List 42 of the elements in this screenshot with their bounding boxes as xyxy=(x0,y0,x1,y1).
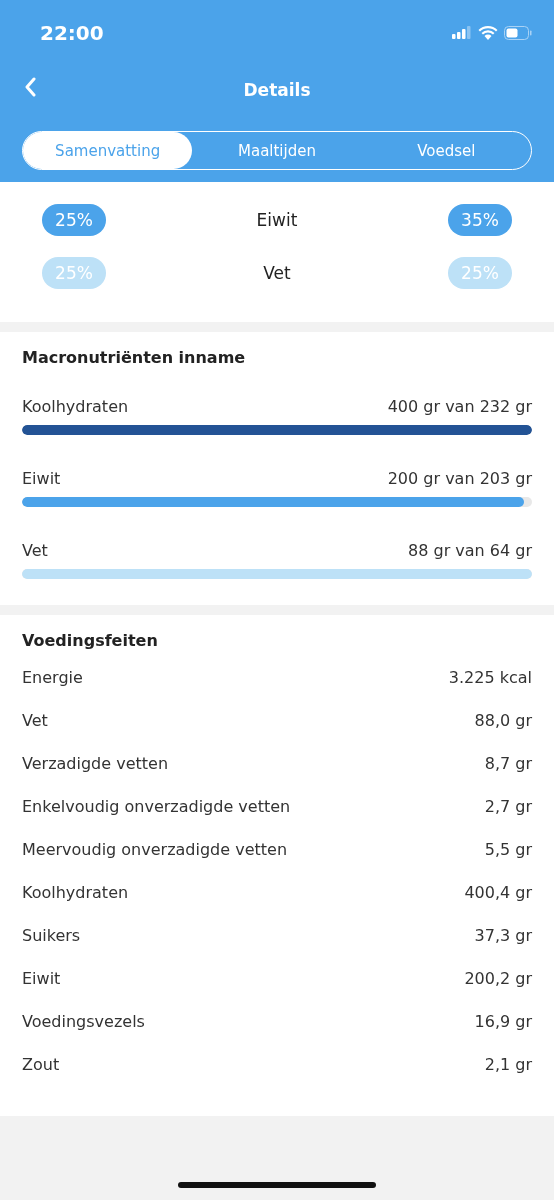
fact-label: Voedingsvezels xyxy=(22,1012,145,1033)
page-title: Details xyxy=(243,80,311,100)
fact-value: 400,4 gr xyxy=(464,883,532,904)
fact-label: Koolhydraten xyxy=(22,883,129,904)
section-title: Voedingsfeiten xyxy=(22,631,159,650)
percent-pill: 25% xyxy=(42,257,106,289)
fact-value: 88,0 gr xyxy=(474,711,532,732)
fact-value: 5,5 gr xyxy=(484,840,532,861)
percent-pill: 25% xyxy=(42,204,106,236)
nutrient-label: Eiwit xyxy=(256,210,298,230)
fact-value: 16,9 gr xyxy=(474,1012,532,1033)
fact-value: 2,7 gr xyxy=(484,797,532,818)
fact-value: 3.225 kcal xyxy=(448,668,532,689)
fact-label: Meervoudig onverzadigde vetten xyxy=(22,840,288,861)
nutrient-label: Vet xyxy=(263,263,291,283)
fact-value: 2,1 gr xyxy=(484,1055,532,1076)
fact-label: Energie xyxy=(22,668,83,689)
macro-name: Eiwit xyxy=(22,469,61,488)
section-title: Macronutriënten inname xyxy=(22,348,247,367)
fact-label: Vet xyxy=(22,711,48,732)
macro-name: Vet xyxy=(22,541,48,560)
fact-value: 200,2 gr xyxy=(464,969,532,990)
macro-reading: 200 gr van 203 gr xyxy=(387,469,532,488)
percent-pill: 25% xyxy=(448,257,512,289)
macro-name: Koolhydraten xyxy=(22,397,129,416)
tab[interactable]: Voedsel xyxy=(361,132,531,169)
fact-label: Zout xyxy=(22,1055,60,1076)
fact-label: Enkelvoudig onverzadigde vetten xyxy=(22,797,291,818)
signal-icon xyxy=(452,26,472,39)
tab[interactable]: Samenvatting xyxy=(23,132,193,169)
fact-label: Eiwit xyxy=(22,969,61,990)
battery-icon xyxy=(504,25,532,40)
fact-value: 37,3 gr xyxy=(474,926,532,947)
fact-label: Suikers xyxy=(22,926,81,947)
fact-value: 8,7 gr xyxy=(484,754,532,775)
fact-label: Verzadigde vetten xyxy=(22,754,168,775)
status-time: 22:00 xyxy=(40,20,104,45)
percent-pill: 35% xyxy=(448,204,512,236)
wifi-icon xyxy=(478,25,498,40)
macro-reading: 400 gr van 232 gr xyxy=(387,397,532,416)
macro-reading: 88 gr van 64 gr xyxy=(408,541,532,560)
tab[interactable]: Maaltijden xyxy=(192,132,362,169)
